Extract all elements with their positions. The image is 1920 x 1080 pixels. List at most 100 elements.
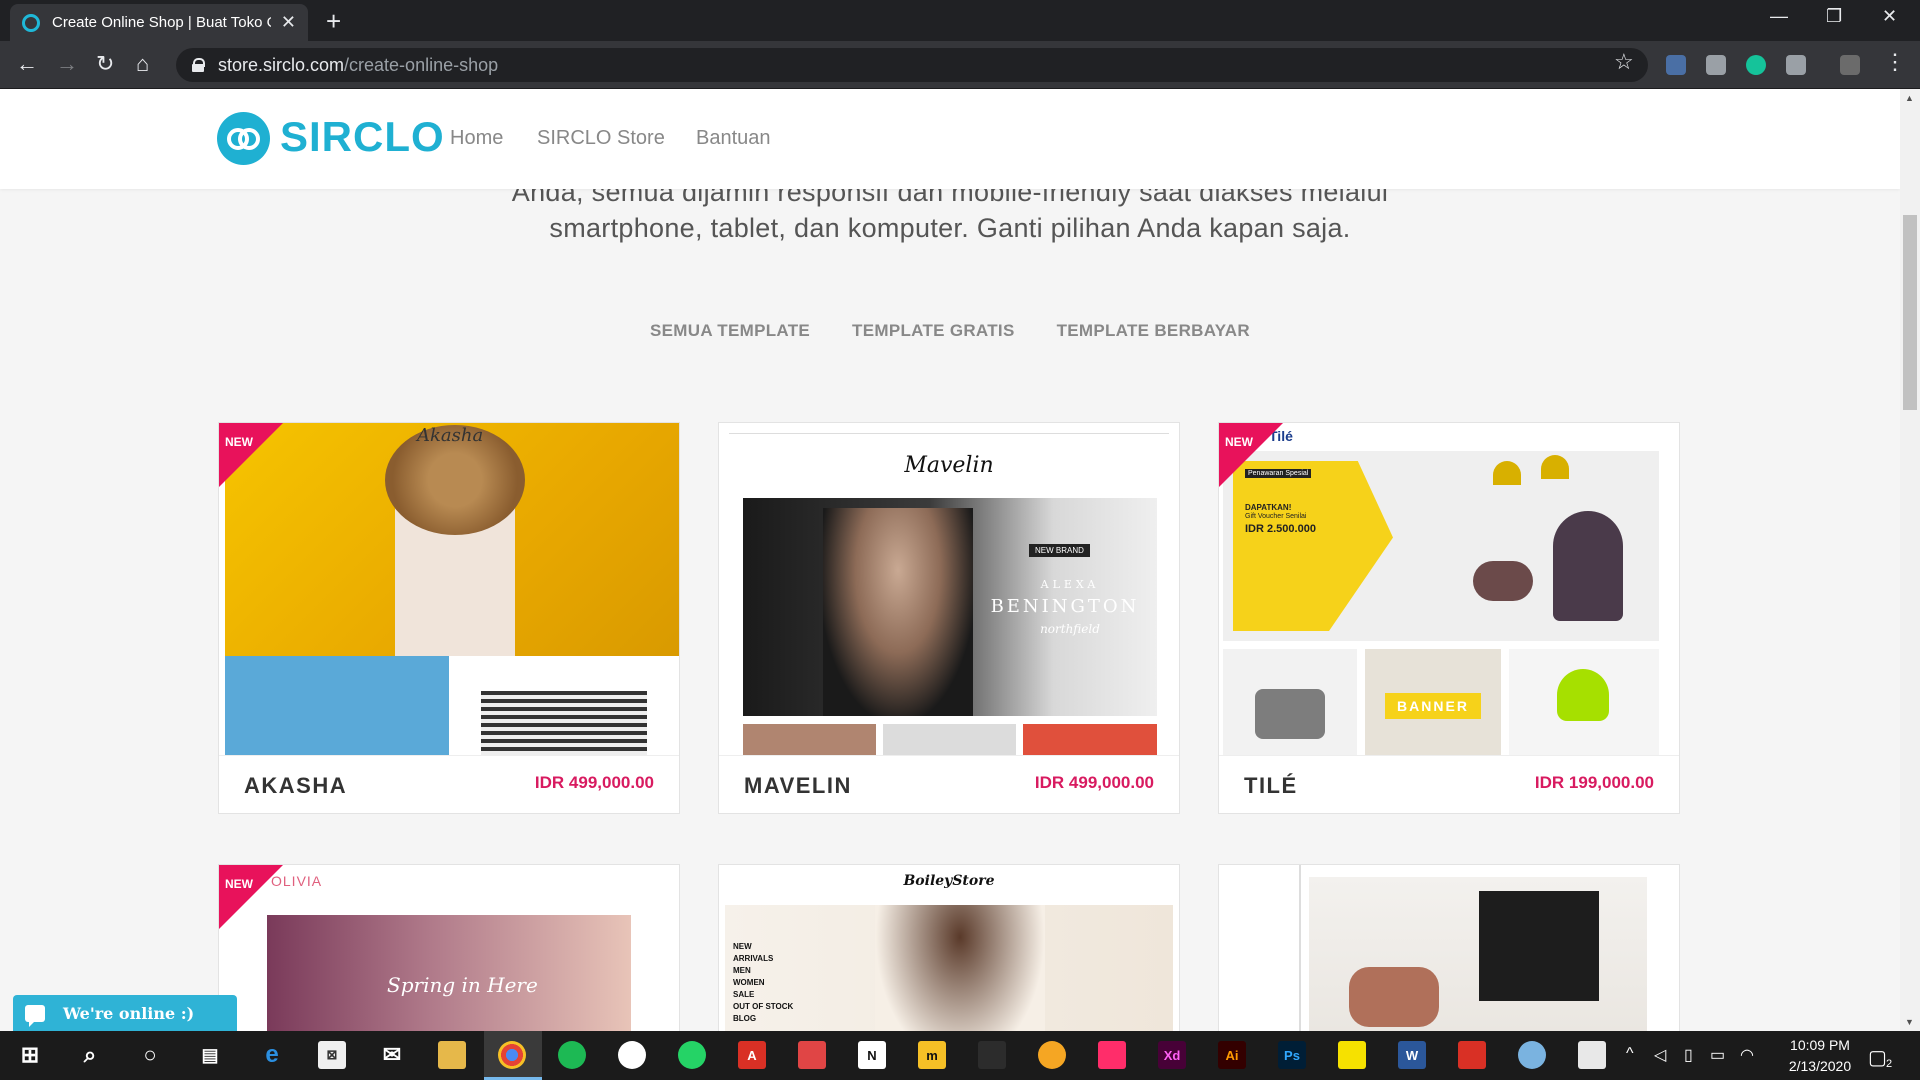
filter-all-templates[interactable]: SEMUA TEMPLATE: [650, 321, 810, 341]
sirclo-logo-icon[interactable]: [217, 112, 270, 165]
tab-title: Create Online Shop | Buat Toko O: [52, 14, 271, 31]
home-button[interactable]: ⌂: [136, 51, 149, 77]
clock-date: 2/13/2020: [1788, 1058, 1852, 1074]
hero-banner: Penawaran Spesial DAPATKAN! Gift Voucher…: [1223, 451, 1659, 641]
new-badge-label: NEW: [225, 877, 253, 891]
template-card-mavelin[interactable]: Mavelin NEW BRAND ALEXA BENINGTON northf…: [718, 422, 1180, 814]
sirclo-favicon-icon: [22, 13, 40, 32]
nav-bantuan[interactable]: Bantuan: [696, 127, 771, 150]
bookmark-star-icon[interactable]: ☆: [1614, 49, 1634, 75]
template-thumbnail[interactable]: Akasha NEW: [219, 423, 679, 755]
volume-icon[interactable]: ◁: [1654, 1045, 1666, 1065]
menu-icon[interactable]: ⋮: [1884, 49, 1906, 75]
file-explorer-icon[interactable]: [438, 1041, 466, 1069]
adobe-illustrator-icon[interactable]: Ai: [1218, 1041, 1246, 1069]
miro-icon[interactable]: m: [918, 1041, 946, 1069]
wifi-icon[interactable]: ◠: [1740, 1045, 1754, 1065]
notion-icon[interactable]: N: [858, 1041, 886, 1069]
minimize-button[interactable]: —: [1770, 6, 1788, 27]
app-icon-pink[interactable]: [1098, 1041, 1126, 1069]
browser-tab[interactable]: Create Online Shop | Buat Toko O ✕: [10, 4, 308, 41]
template-thumbnail[interactable]: [1219, 865, 1679, 1031]
photos-icon[interactable]: [1578, 1041, 1606, 1069]
filter-free-templates[interactable]: TEMPLATE GRATIS: [852, 321, 1015, 341]
menu-item: BLOG: [733, 1014, 757, 1023]
template-thumbnail[interactable]: OLIVIA Spring in Here NEW: [219, 865, 679, 1031]
app-icon-orange[interactable]: [1038, 1041, 1066, 1069]
template-card-tile[interactable]: Tilé Penawaran Spesial DAPATKAN! Gift Vo…: [1218, 422, 1680, 814]
menu-item: SALE: [733, 990, 755, 999]
forward-button[interactable]: →: [56, 51, 78, 77]
spotify-icon[interactable]: [558, 1041, 586, 1069]
template-card-interior[interactable]: [1218, 864, 1680, 1031]
adobe-xd-icon[interactable]: Xd: [1158, 1041, 1186, 1069]
scrollbar-thumb[interactable]: [1903, 215, 1917, 410]
green-chair-shape: [1557, 669, 1609, 721]
extension-icon-4[interactable]: [1786, 55, 1806, 75]
menu-item: ARRIVALS: [733, 954, 774, 963]
template-card-akasha[interactable]: Akasha NEW AKASHA IDR 499,000.00: [218, 422, 680, 814]
pdf-icon[interactable]: [1458, 1041, 1486, 1069]
clock-time: 10:09 PM: [1790, 1037, 1850, 1053]
adobe-photoshop-icon[interactable]: Ps: [1278, 1041, 1306, 1069]
preview-tile-2: [481, 691, 647, 755]
restore-button[interactable]: ❐: [1826, 6, 1842, 27]
template-thumbnail[interactable]: Tilé Penawaran Spesial DAPATKAN! Gift Vo…: [1219, 423, 1679, 755]
template-thumbnail[interactable]: BoileyStore NEW ARRIVALS MEN WOMEN SALE …: [719, 865, 1179, 1031]
nav-sirclo-store[interactable]: SIRCLO Store: [537, 127, 665, 150]
search-icon[interactable]: ⌕: [76, 1041, 104, 1069]
windows-start-icon[interactable]: ⊞: [16, 1041, 44, 1069]
banner-text: Spring in Here: [387, 973, 538, 997]
close-window-button[interactable]: ✕: [1882, 6, 1897, 27]
template-card-olivia[interactable]: OLIVIA Spring in Here NEW: [218, 864, 680, 1031]
preview-tile-2: BANNER: [1365, 649, 1501, 755]
extension-icon-1[interactable]: [1666, 55, 1686, 75]
chair-shape: [1553, 511, 1623, 621]
slack-icon[interactable]: [618, 1041, 646, 1069]
mail-icon[interactable]: ✉: [378, 1041, 406, 1069]
profile-avatar[interactable]: [1840, 55, 1860, 75]
new-tab-button[interactable]: +: [326, 6, 341, 37]
banner-line-1: ALEXA: [1040, 578, 1100, 591]
tray-chevron-icon[interactable]: ^: [1626, 1045, 1634, 1063]
whatsapp-icon[interactable]: [678, 1041, 706, 1069]
address-bar[interactable]: store.sirclo.com/create-online-shop: [176, 48, 1648, 82]
paint-icon[interactable]: [1518, 1041, 1546, 1069]
battery-icon[interactable]: ▭: [1710, 1045, 1725, 1065]
template-price: IDR 499,000.00: [1034, 773, 1154, 792]
extension-icon-2[interactable]: [1706, 55, 1726, 75]
filter-paid-templates[interactable]: TEMPLATE BERBAYAR: [1057, 321, 1250, 341]
chat-widget[interactable]: We're online :): [13, 995, 237, 1031]
back-button[interactable]: ←: [16, 51, 38, 77]
cortana-icon[interactable]: ○: [136, 1041, 164, 1069]
word-icon[interactable]: W: [1398, 1041, 1426, 1069]
figma-icon[interactable]: [978, 1041, 1006, 1069]
scroll-up-icon[interactable]: ▲: [1905, 93, 1914, 103]
edge-icon[interactable]: e: [258, 1041, 286, 1069]
page-scrollbar[interactable]: ▲ ▼: [1900, 89, 1920, 1031]
grammarly-icon[interactable]: [1746, 55, 1766, 75]
reload-button[interactable]: ↻: [96, 51, 114, 77]
banner-line-3: northfield: [1040, 622, 1100, 636]
model-figure: [875, 905, 1045, 1031]
nav-home[interactable]: Home: [450, 127, 503, 150]
menu-item: WOMEN: [733, 978, 765, 987]
close-tab-icon[interactable]: ✕: [281, 12, 296, 33]
sticky-notes-icon[interactable]: [1338, 1041, 1366, 1069]
template-card-boileystore[interactable]: BoileyStore NEW ARRIVALS MEN WOMEN SALE …: [718, 864, 1180, 1031]
new-badge: [219, 865, 283, 929]
task-view-icon[interactable]: ▤: [196, 1041, 224, 1069]
menu-item: NEW: [733, 942, 752, 951]
scroll-down-icon[interactable]: ▼: [1905, 1017, 1914, 1027]
page-viewport: Anda, semua dijamin responsif dan mobile…: [0, 89, 1920, 1031]
site-logo-text[interactable]: SIRCLO: [280, 113, 445, 161]
template-thumbnail[interactable]: Mavelin NEW BRAND ALEXA BENINGTON northf…: [719, 423, 1179, 755]
usb-icon[interactable]: ▯: [1684, 1045, 1693, 1065]
store-icon[interactable]: ⊠: [318, 1041, 346, 1069]
taskbar-clock[interactable]: 10:09 PM 2/13/2020: [1760, 1035, 1880, 1077]
notification-center-icon[interactable]: ▢: [1868, 1045, 1887, 1070]
app-icon-red[interactable]: [798, 1041, 826, 1069]
preview-tile-1: [743, 724, 876, 755]
acrobat-icon[interactable]: A: [738, 1041, 766, 1069]
chrome-icon[interactable]: [498, 1041, 526, 1069]
